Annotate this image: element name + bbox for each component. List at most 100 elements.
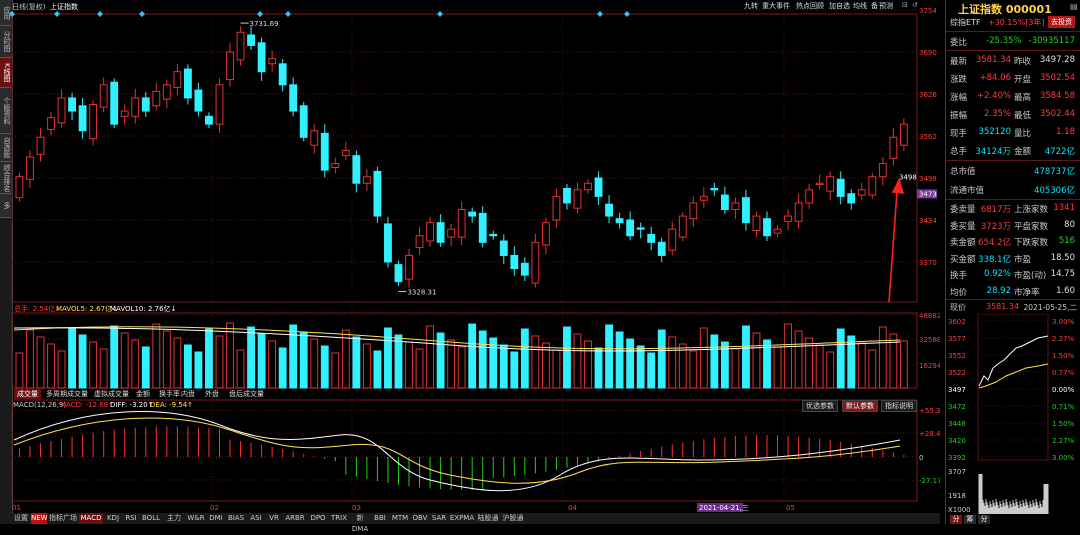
volume-bar — [531, 335, 540, 389]
stat-label: 换手 — [950, 271, 968, 281]
volume-tab-3[interactable]: 金额 — [133, 389, 153, 399]
volume-bar — [594, 347, 603, 389]
indicator-tab-23[interactable]: 沪股通 — [501, 513, 525, 524]
indicator-tab-15[interactable]: TRIX — [329, 513, 349, 524]
indicator-tab-0[interactable]: 设置 — [12, 513, 30, 524]
price-tick: 3562 — [919, 133, 937, 141]
volume-tick: 32588 — [919, 336, 940, 344]
mini-tab-1[interactable]: 筹 — [964, 515, 976, 524]
volume-bar — [563, 326, 571, 389]
volume-bar — [341, 329, 350, 389]
price-tick: 3690 — [919, 49, 937, 57]
candle — [647, 233, 656, 243]
candle — [341, 149, 350, 157]
volume-tab-1[interactable]: 多周期成交量 — [43, 389, 91, 399]
price-tick: 3754 — [919, 7, 937, 15]
volume-bar — [426, 325, 434, 389]
mini-header: 现价 3581.34 2021-05-25,二 — [950, 302, 1077, 312]
indicator-tab-5[interactable]: RSI — [123, 513, 139, 524]
macd-button-1[interactable]: 默认参数 — [842, 400, 878, 412]
macd-button-0[interactable]: 优选参数 — [802, 400, 838, 412]
stat-value: 1.60 — [1056, 285, 1075, 296]
indicator-tab-8[interactable]: W&R — [186, 513, 206, 524]
indicator-tab-21[interactable]: EXPMA — [449, 513, 475, 524]
indicator-tab-6[interactable]: BOLL — [140, 513, 162, 524]
candle — [236, 31, 245, 61]
candle — [120, 110, 129, 117]
volume-tab-7[interactable]: 盘后成交量 — [226, 389, 267, 399]
volume-bar — [394, 334, 403, 389]
mini-price-tick: 3497 — [948, 386, 966, 394]
indicator-tab-19[interactable]: OBV — [411, 513, 429, 524]
indicator-tab-4[interactable]: KDJ — [104, 513, 122, 524]
indicator-tab-10[interactable]: BIAS — [226, 513, 246, 524]
volume-bar — [520, 328, 529, 389]
indicator-tab-3[interactable]: MACD — [79, 513, 103, 524]
indicator-tab-13[interactable]: ARBR — [283, 513, 307, 524]
volume-bar — [710, 334, 719, 389]
volume-bar — [141, 346, 150, 389]
candle — [615, 218, 624, 224]
stat-label: 平盘家数 — [1014, 221, 1049, 232]
kline-chart[interactable]: 3754 3690 3626 3562 3498 3434 3370 3731.69 3328.… — [0, 0, 940, 513]
indicator-tab-18[interactable]: MTM — [390, 513, 410, 524]
candle — [89, 104, 98, 140]
indicator-tab-17[interactable]: BBI — [371, 513, 389, 524]
volume-bar — [899, 340, 908, 389]
indicator-tab-20[interactable]: SAR — [430, 513, 448, 524]
volume-tab-6[interactable]: 外盘 — [202, 389, 222, 399]
mini-tab-0[interactable]: 分 — [950, 515, 962, 524]
candle — [394, 264, 403, 283]
mini-vol-tick: 1918 — [948, 492, 966, 500]
candle — [436, 222, 445, 243]
indicator-tab-16[interactable]: 新DMA — [350, 513, 370, 533]
candle — [68, 97, 76, 112]
quote-label: 最高 — [1014, 93, 1032, 103]
cursor-date: 2021-04-21,三 — [699, 504, 749, 512]
indicator-tab-9[interactable]: DMI — [207, 513, 225, 524]
menu-icon[interactable]: ▤ — [1070, 2, 1078, 11]
indicator-tab-2[interactable]: 指标广场 — [48, 513, 78, 524]
candle — [626, 219, 635, 237]
etf-name[interactable]: 综指ETF — [950, 17, 981, 28]
mini-price-tick: 3577 — [948, 335, 966, 343]
stat-value: 0.92% — [983, 269, 1011, 279]
quote-label: 昨收 — [1014, 57, 1032, 67]
indicator-tab-11[interactable]: ASI — [247, 513, 265, 524]
volume-tab-0[interactable]: 成交量 — [14, 389, 41, 399]
volume-bar — [320, 345, 329, 389]
candle — [710, 188, 719, 191]
candle — [131, 97, 140, 117]
volume-tab-2[interactable]: 虚拟成交量 — [91, 389, 132, 399]
invest-button[interactable]: 去投资 — [1048, 16, 1075, 28]
stat-label: 均价 — [950, 287, 968, 298]
quote-value: 4722亿 — [1044, 147, 1075, 157]
volume-tick: 16294 — [919, 362, 940, 370]
intraday-chart[interactable]: 3602 3.00% 3577 2.27% 3552 1.50% 3522 0.77% 3497… — [946, 314, 1079, 524]
candle — [289, 84, 298, 112]
stat-label: 市盈(动) — [1014, 271, 1047, 281]
candle — [194, 89, 203, 112]
stat-label: 市盈 — [1014, 254, 1032, 265]
mini-pct-tick: 0.00% — [1052, 386, 1075, 394]
candle — [226, 51, 234, 81]
mini-tab-2[interactable]: 分 — [978, 515, 990, 524]
indicator-tab-22[interactable]: 陆股通 — [476, 513, 500, 524]
macd-tick: -27.17 — [919, 477, 940, 485]
volume-bar — [405, 341, 413, 389]
quote-title-bar: 上证指数 000001 ▤ — [946, 0, 1079, 16]
indicator-tab-1[interactable]: NEW — [31, 513, 48, 524]
volume-bar — [415, 348, 424, 389]
indicator-tab-12[interactable]: VR — [266, 513, 282, 524]
indicator-tab-14[interactable]: DPO — [308, 513, 328, 524]
volume-tab-5[interactable]: 内盘 — [178, 389, 198, 399]
indicator-tab-7[interactable]: 主力 — [163, 513, 185, 524]
stat-value: 28.92 — [986, 285, 1011, 296]
quote-row-2: 涨幅 +2.40% 最高 3584.58 — [946, 88, 1079, 107]
candle — [878, 163, 887, 178]
macd-button-2[interactable]: 指标说明 — [881, 400, 917, 412]
candle — [699, 195, 708, 201]
candle — [847, 193, 856, 204]
event-marker-icon — [437, 11, 443, 17]
volume-bar — [247, 326, 255, 389]
